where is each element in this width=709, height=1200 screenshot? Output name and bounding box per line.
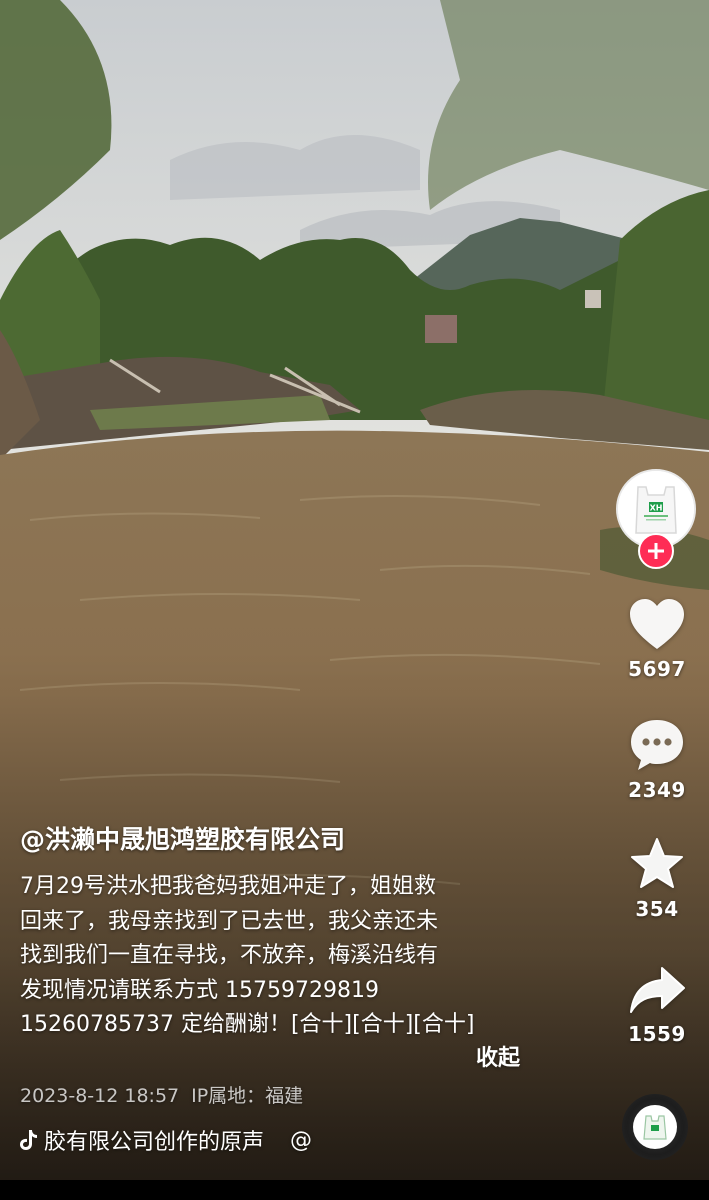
author-avatar-group[interactable]: XH [616,469,698,569]
post-date: 2023-8-12 18:57 [20,1085,180,1107]
disc-cover [633,1105,677,1149]
ip-location: IP属地：福建 [191,1085,304,1107]
share-button[interactable]: 1559 [617,964,697,1046]
star-icon [631,838,683,888]
like-count: 5697 [628,657,686,681]
tiktok-note-icon [20,1130,37,1150]
follow-button[interactable] [638,533,674,569]
favorite-count: 354 [635,897,679,921]
caption-line: 发现情况请联系方式 15759729819 [20,977,379,1003]
comment-button[interactable]: 2349 [617,718,697,802]
music-title: 胶有限公司创作的原声 [44,1130,265,1155]
music-disc[interactable] [622,1094,688,1160]
caption-line: 回来了，我母亲找到了已去世，我父亲还未 [20,908,439,934]
share-count: 1559 [628,1022,686,1046]
avatar-logo-text: XH [650,504,663,513]
collapse-button[interactable]: 收起 [476,1040,520,1072]
plus-icon [648,543,664,559]
like-button[interactable]: 5697 [617,597,697,681]
author-handle[interactable]: @洪濑中晟旭鸿塑胶有限公司 [20,820,345,856]
bag-logo-icon [643,1115,667,1140]
post-meta: 2023-8-12 18:57 IP属地：福建 [20,1081,315,1108]
share-arrow-icon [630,967,685,1013]
comment-count: 2349 [628,778,686,802]
music-info[interactable]: 胶有限公司创作的原声 @ [18,1124,312,1156]
caption-line: 7月29号洪水把我爸妈我姐冲走了，姐姐救 [20,874,436,899]
comment-bubble-icon [631,720,683,770]
heart-icon [630,599,684,649]
music-author-at: @ [290,1127,313,1153]
caption-line: 15260785737 定给酬谢！[合十][合十][合十] [20,1012,475,1037]
bottom-bar [0,1180,709,1200]
caption-line: 找到我们一直在寻找，不放弃，梅溪沿线有 [20,943,439,968]
post-caption: 7月29号洪水把我爸妈我姐冲走了，姐姐救 回来了，我母亲找到了已去世，我父亲还未… [20,870,530,1043]
favorite-button[interactable]: 354 [617,837,697,921]
